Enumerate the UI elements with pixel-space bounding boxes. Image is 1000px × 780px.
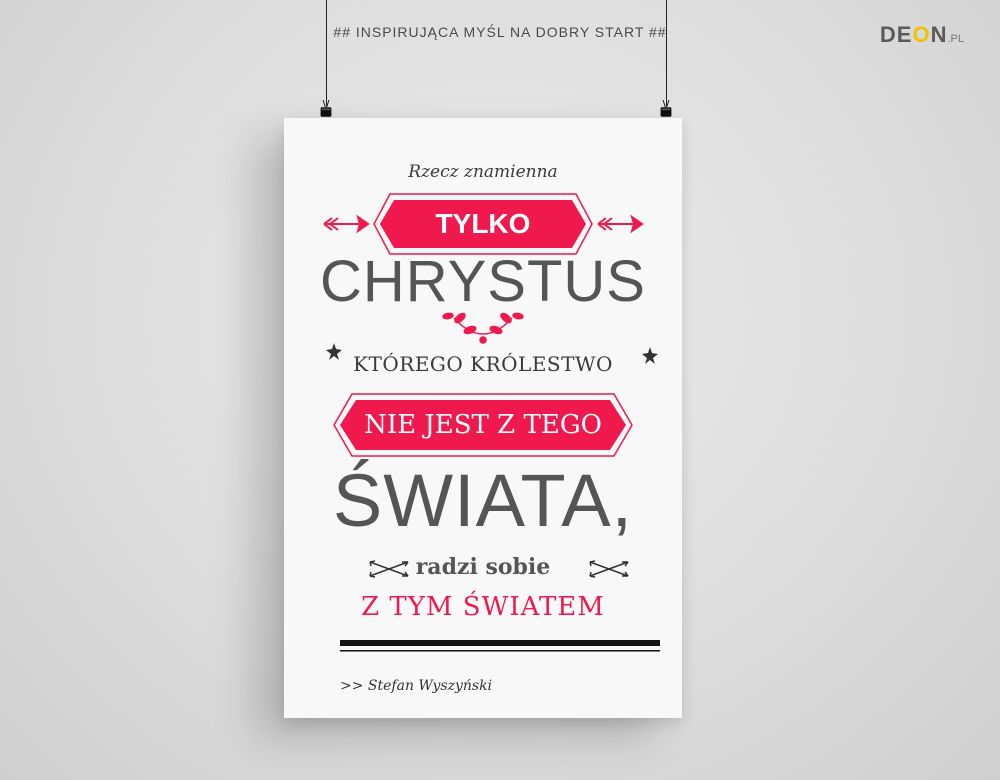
quote-line-z-tym: Z TYM ŚWIATEM (361, 592, 605, 622)
divider-bar (340, 640, 660, 646)
binder-clip-icon (320, 100, 332, 117)
logo-part3: N (930, 22, 948, 47)
arrow-left-icon (323, 214, 370, 234)
logo-o: O (912, 22, 931, 47)
logo-part1: DE (879, 22, 913, 47)
quote-poster: Rzecz znamienna TYLKO CHRYSTUS KTÓREGO K… (284, 118, 682, 718)
quote-line-krolestwo: KTÓREGO KRÓLESTWO (353, 352, 613, 376)
banner-tylko-text: TYLKO (435, 208, 531, 239)
binder-clip-icon (660, 100, 672, 117)
quote-line-swiata: ŚWIATA, (332, 459, 634, 542)
quote-line-radzi: radzi sobie (415, 554, 551, 580)
hanging-string-right (666, 0, 667, 106)
deon-logo[interactable]: DEON.PL (880, 22, 964, 48)
quote-line-intro: Rzecz znamienna (408, 162, 558, 182)
quote-line-chrystus: CHRYSTUS (320, 249, 646, 314)
divider-line (340, 650, 660, 652)
hanging-string-left (326, 0, 327, 106)
logo-suffix: .PL (947, 33, 964, 45)
header-text: ## INSPIRUJĄCA MYŚL NA DOBRY START ## (333, 24, 667, 40)
arrow-right-icon (597, 214, 644, 234)
quote-author: >> Stefan Wyszyński (340, 678, 493, 694)
banner-nie-jest-text: NIE JEST Z TEGO (364, 410, 602, 440)
